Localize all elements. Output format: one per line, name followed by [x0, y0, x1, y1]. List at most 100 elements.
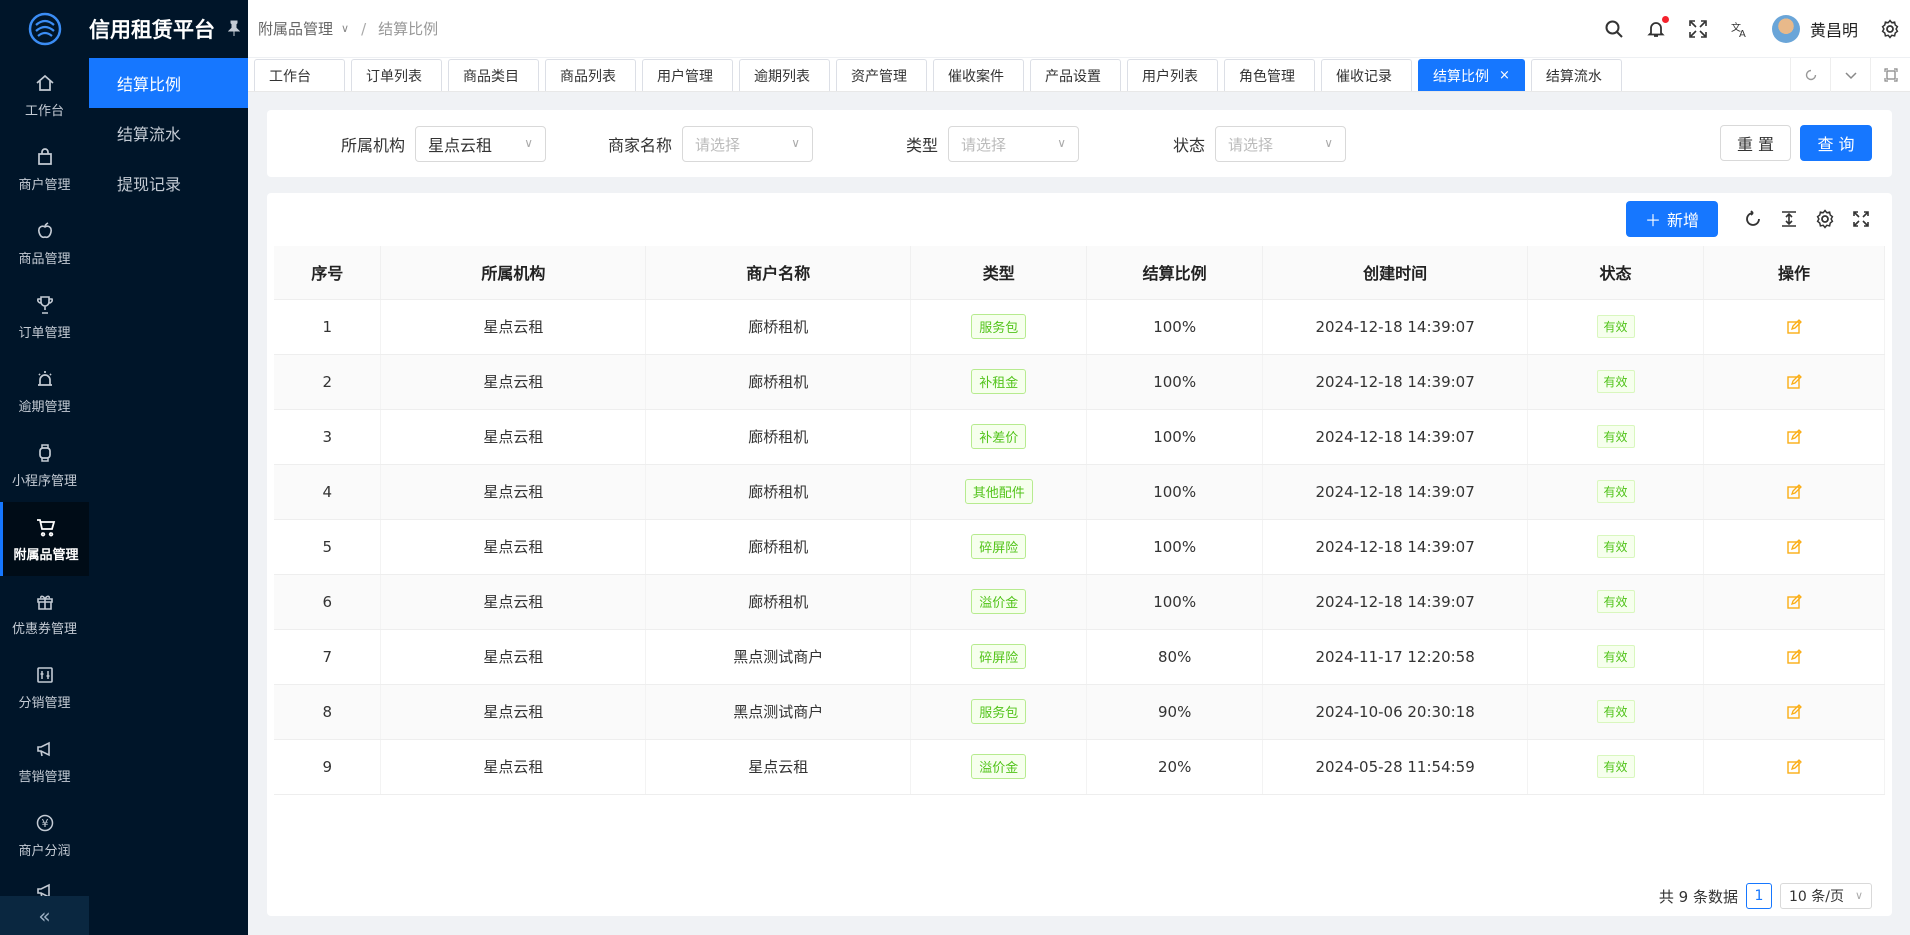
user-menu[interactable]: 黄昌明	[1771, 15, 1858, 43]
refresh-tab-icon[interactable]	[1790, 58, 1830, 92]
breadcrumb-parent[interactable]: 附属品管理	[258, 18, 333, 39]
page-1-button[interactable]: 1	[1746, 883, 1772, 909]
action-cell	[1703, 409, 1885, 465]
tabs-dropdown-icon[interactable]	[1830, 58, 1870, 92]
translate-icon[interactable]: 文A	[1730, 19, 1750, 40]
table-row: 1 星点云租 廊桥租机 服务包 100% 2024-12-18 14:39:07 有效	[274, 299, 1885, 355]
settlement-table: 序号 所属机构 商户名称 类型 结算比例 创建时间 状态 操作 1 星点云租 廊桥租机 服务包 100…	[274, 246, 1885, 795]
edit-icon[interactable]	[1786, 539, 1802, 555]
edit-icon[interactable]	[1786, 704, 1802, 720]
org-select[interactable]: 星点云租 ∨	[415, 126, 547, 162]
bell-icon[interactable]	[1646, 16, 1669, 39]
rail-item-label: 附属品管理	[13, 547, 79, 563]
edit-icon[interactable]	[1786, 649, 1802, 665]
tab-7[interactable]: 催收案件	[933, 59, 1024, 91]
page-size-select[interactable]: 10 条/页 ∨	[1780, 883, 1872, 909]
action-cell	[1703, 519, 1885, 575]
tab-0[interactable]: 工作台	[254, 59, 345, 91]
gift-icon	[36, 594, 53, 610]
cart-icon	[37, 518, 56, 536]
tab-label: 结算比例	[1433, 68, 1489, 85]
merchant-select[interactable]: 请选择 ∨	[682, 126, 814, 162]
tab-2[interactable]: 商品类目	[448, 59, 539, 91]
refresh-icon[interactable]	[1742, 208, 1764, 230]
user-name[interactable]: 黄昌明	[1810, 17, 1858, 41]
rail-item-5[interactable]: 小程序管理	[0, 428, 89, 502]
add-button-label: 新增	[1667, 211, 1700, 230]
sliders-icon	[36, 666, 53, 683]
tab-6[interactable]: 资产管理	[836, 59, 927, 91]
edit-icon[interactable]	[1786, 319, 1802, 335]
tab-5[interactable]: 逾期列表	[739, 59, 830, 91]
close-icon[interactable]: ×	[1499, 68, 1510, 83]
fullscreen-icon[interactable]	[1850, 208, 1872, 230]
type-cell: 碎屏险	[910, 519, 1088, 575]
rail-item-4[interactable]: 逾期管理	[0, 354, 89, 428]
gear-icon[interactable]	[1880, 19, 1900, 39]
ratio-cell: 100%	[1086, 409, 1264, 465]
ratio-cell: 100%	[1086, 464, 1264, 520]
tab-1[interactable]: 订单列表	[351, 59, 442, 91]
created-cell: 2024-12-18 14:39:07	[1262, 409, 1529, 465]
maximize-icon[interactable]	[1870, 58, 1910, 92]
action-cell	[1703, 299, 1885, 355]
type-select[interactable]: 请选择 ∨	[948, 126, 1080, 162]
tab-13[interactable]: 结算流水	[1530, 59, 1622, 91]
status-field: 状态 请选择 ∨	[1173, 126, 1347, 162]
rail-item-3[interactable]: 订单管理	[0, 280, 89, 354]
status-badge: 有效	[1596, 755, 1635, 778]
rail-item-6[interactable]: 附属品管理	[0, 502, 89, 576]
status-select[interactable]: 请选择 ∨	[1215, 126, 1347, 162]
tab-11[interactable]: 催收记录	[1321, 59, 1412, 91]
rail-item-2[interactable]: 商品管理	[0, 206, 89, 280]
tab-4[interactable]: 用户管理	[642, 59, 733, 91]
avatar[interactable]	[1771, 15, 1800, 43]
rail-item-7[interactable]: 优惠券管理	[0, 576, 89, 650]
rail-item-label: 小程序管理	[11, 473, 77, 489]
type-tag: 溢价金	[971, 754, 1027, 779]
merchant-select-placeholder: 请选择	[695, 135, 741, 154]
type-field: 类型 请选择 ∨	[906, 126, 1080, 162]
tab-8[interactable]: 产品设置	[1030, 59, 1121, 91]
edit-icon[interactable]	[1786, 429, 1802, 445]
fullscreen-icon[interactable]	[1688, 19, 1708, 39]
reset-button[interactable]: 重 置	[1720, 125, 1791, 161]
submenu-item-settlement-ratio[interactable]: 结算比例	[89, 58, 248, 108]
merchant-cell: 黑点测试商户	[645, 684, 912, 740]
rail-item-1[interactable]: 商户管理	[0, 132, 89, 206]
status-cell: 有效	[1527, 739, 1704, 795]
action-cell	[1703, 354, 1885, 410]
search-form: 所属机构 星点云租 ∨ 商家名称 请选择 ∨ 类型 请选择 ∨ 状态 请选择 ∨…	[267, 110, 1892, 177]
submenu-item-settlement-flow[interactable]: 结算流水	[89, 108, 248, 158]
add-button[interactable]: ＋ 新增	[1626, 201, 1718, 237]
type-tag: 溢价金	[971, 589, 1027, 614]
edit-icon[interactable]	[1786, 759, 1802, 775]
rail-item-9[interactable]: 营销管理	[0, 724, 89, 798]
merchant-cell: 星点云租	[645, 739, 912, 795]
edit-icon[interactable]	[1786, 374, 1802, 390]
type-cell: 其他配件	[910, 464, 1088, 520]
breadcrumb-separator: /	[361, 19, 367, 38]
tab-12[interactable]: 结算比例 ×	[1418, 59, 1525, 91]
search-icon[interactable]	[1604, 19, 1624, 39]
rail-item-10[interactable]: ¥ 商户分润	[0, 798, 89, 872]
edit-icon[interactable]	[1786, 594, 1802, 610]
tab-3[interactable]: 商品列表	[545, 59, 636, 91]
edit-icon[interactable]	[1786, 484, 1802, 500]
settings-icon[interactable]	[1814, 208, 1836, 230]
rail-item-8[interactable]: 分销管理	[0, 650, 89, 724]
collapse-sidebar-button[interactable]: «	[0, 896, 89, 935]
tab-label: 结算流水	[1545, 68, 1602, 85]
column-header: 状态	[1527, 246, 1704, 300]
column-height-icon[interactable]	[1778, 208, 1800, 230]
submenu-item-withdraw-records[interactable]: 提现记录	[89, 158, 248, 208]
chevron-down-icon[interactable]: ∨	[341, 22, 349, 35]
pin-icon[interactable]	[227, 20, 241, 40]
tab-9[interactable]: 用户列表	[1127, 59, 1218, 91]
query-button[interactable]: 查 询	[1800, 125, 1872, 161]
type-select-placeholder: 请选择	[961, 135, 1007, 154]
app-title-text: 信用租赁平台	[89, 18, 215, 42]
tab-10[interactable]: 角色管理	[1224, 59, 1315, 91]
rail-item-0[interactable]: 工作台	[0, 58, 89, 132]
status-badge: 有效	[1596, 370, 1635, 393]
